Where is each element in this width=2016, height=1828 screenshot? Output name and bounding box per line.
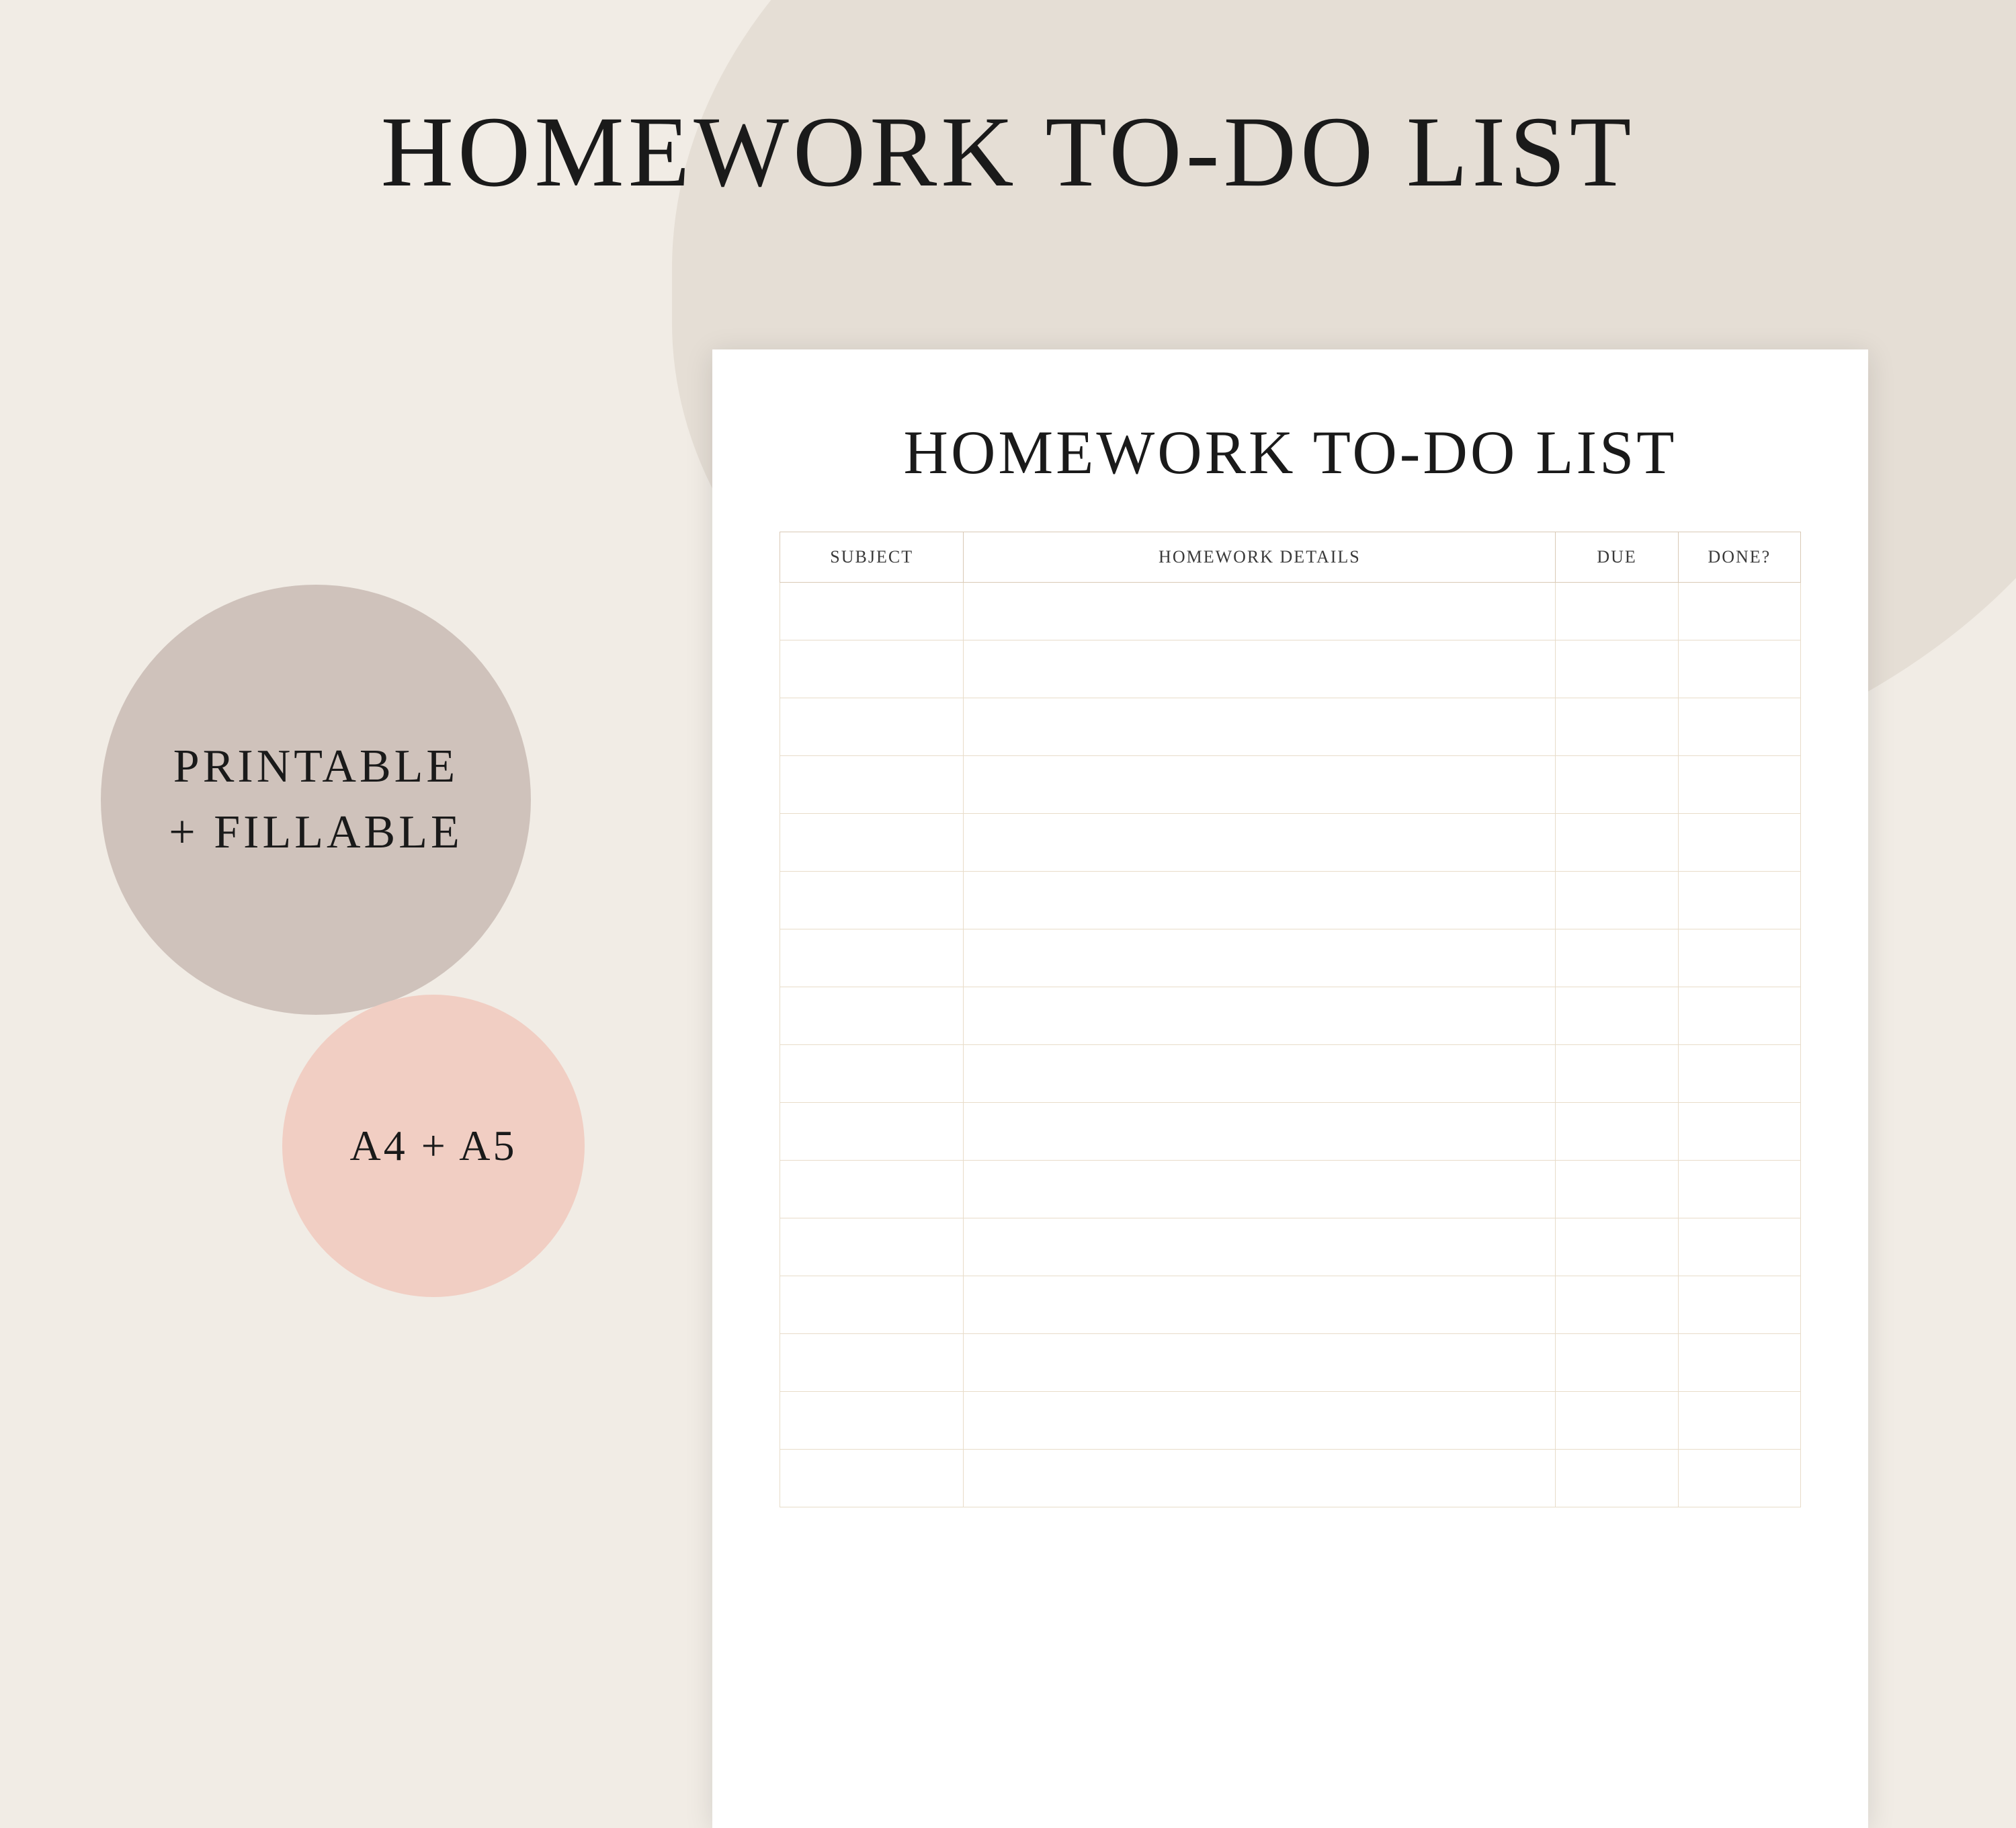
table-cell[interactable]: [1678, 1334, 1800, 1392]
table-header-row: SUBJECT HOMEWORK DETAILS DUE DONE?: [780, 532, 1801, 583]
table-cell[interactable]: [964, 1218, 1556, 1276]
table-cell[interactable]: [1556, 987, 1678, 1045]
table-cell[interactable]: [964, 1450, 1556, 1507]
table-cell[interactable]: [1678, 1392, 1800, 1450]
column-header-done: DONE?: [1678, 532, 1800, 583]
table-cell[interactable]: [964, 1392, 1556, 1450]
table-cell[interactable]: [964, 1276, 1556, 1334]
table-cell[interactable]: [1678, 1103, 1800, 1161]
table-cell[interactable]: [780, 1218, 964, 1276]
table-cell[interactable]: [1678, 1218, 1800, 1276]
worksheet-paper: HOMEWORK TO-DO LIST SUBJECT HOMEWORK DET…: [712, 349, 1868, 1828]
table-cell[interactable]: [1678, 640, 1800, 698]
table-row: [780, 1103, 1801, 1161]
table-cell[interactable]: [964, 929, 1556, 987]
table-cell[interactable]: [964, 872, 1556, 929]
table-row: [780, 698, 1801, 756]
table-row: [780, 583, 1801, 640]
badge-printable-fillable: PRINTABLE + FILLABLE: [101, 585, 531, 1015]
table-cell[interactable]: [780, 583, 964, 640]
table-cell[interactable]: [1556, 1334, 1678, 1392]
table-cell[interactable]: [1678, 1450, 1800, 1507]
table-cell[interactable]: [780, 929, 964, 987]
table-cell[interactable]: [1556, 1276, 1678, 1334]
table-cell[interactable]: [964, 1334, 1556, 1392]
table-cell[interactable]: [1678, 929, 1800, 987]
table-cell[interactable]: [780, 1334, 964, 1392]
column-header-due: DUE: [1556, 532, 1678, 583]
table-row: [780, 987, 1801, 1045]
table-cell[interactable]: [964, 583, 1556, 640]
table-cell[interactable]: [780, 814, 964, 872]
table-cell[interactable]: [1556, 872, 1678, 929]
table-cell[interactable]: [964, 1045, 1556, 1103]
table-cell[interactable]: [1678, 1161, 1800, 1218]
badge-large-label: PRINTABLE + FILLABLE: [169, 734, 463, 866]
column-header-details: HOMEWORK DETAILS: [964, 532, 1556, 583]
table-row: [780, 1450, 1801, 1507]
table-cell[interactable]: [1678, 1276, 1800, 1334]
table-body: [780, 583, 1801, 1507]
table-row: [780, 640, 1801, 698]
table-cell[interactable]: [780, 1276, 964, 1334]
badge-large-line1: PRINTABLE: [173, 741, 458, 792]
table-row: [780, 929, 1801, 987]
badge-large-line2: + FILLABLE: [169, 806, 463, 858]
table-cell[interactable]: [1556, 1161, 1678, 1218]
table-cell[interactable]: [780, 756, 964, 814]
table-cell[interactable]: [1556, 583, 1678, 640]
worksheet-title: HOMEWORK TO-DO LIST: [780, 417, 1801, 488]
table-cell[interactable]: [1678, 814, 1800, 872]
table-cell[interactable]: [1556, 1103, 1678, 1161]
table-cell[interactable]: [1556, 1218, 1678, 1276]
table-cell[interactable]: [780, 640, 964, 698]
table-cell[interactable]: [1556, 640, 1678, 698]
table-cell[interactable]: [1556, 1045, 1678, 1103]
table-cell[interactable]: [1678, 698, 1800, 756]
table-row: [780, 1334, 1801, 1392]
table-cell[interactable]: [780, 1103, 964, 1161]
homework-table: SUBJECT HOMEWORK DETAILS DUE DONE?: [780, 532, 1801, 1507]
table-cell[interactable]: [780, 1392, 964, 1450]
table-row: [780, 1276, 1801, 1334]
column-header-subject: SUBJECT: [780, 532, 964, 583]
table-cell[interactable]: [1678, 872, 1800, 929]
table-row: [780, 1218, 1801, 1276]
table-cell[interactable]: [964, 756, 1556, 814]
table-cell[interactable]: [964, 987, 1556, 1045]
table-cell[interactable]: [1678, 987, 1800, 1045]
table-cell[interactable]: [964, 640, 1556, 698]
table-cell[interactable]: [964, 1103, 1556, 1161]
table-cell[interactable]: [1556, 1392, 1678, 1450]
table-row: [780, 872, 1801, 929]
badge-small-label: A4 + A5: [350, 1121, 517, 1171]
table-cell[interactable]: [780, 1161, 964, 1218]
table-row: [780, 1161, 1801, 1218]
table-cell[interactable]: [1556, 756, 1678, 814]
table-cell[interactable]: [964, 1161, 1556, 1218]
table-row: [780, 756, 1801, 814]
table-cell[interactable]: [780, 698, 964, 756]
table-cell[interactable]: [1556, 929, 1678, 987]
table-cell[interactable]: [1556, 698, 1678, 756]
table-cell[interactable]: [1678, 583, 1800, 640]
table-cell[interactable]: [964, 814, 1556, 872]
table-cell[interactable]: [1678, 756, 1800, 814]
table-cell[interactable]: [780, 1450, 964, 1507]
table-cell[interactable]: [964, 698, 1556, 756]
page-title: HOMEWORK TO-DO LIST: [381, 94, 1636, 210]
table-cell[interactable]: [780, 1045, 964, 1103]
table-cell[interactable]: [1678, 1045, 1800, 1103]
table-row: [780, 1045, 1801, 1103]
table-row: [780, 814, 1801, 872]
table-cell[interactable]: [1556, 814, 1678, 872]
table-cell[interactable]: [780, 872, 964, 929]
table-cell[interactable]: [1556, 1450, 1678, 1507]
table-row: [780, 1392, 1801, 1450]
table-cell[interactable]: [780, 987, 964, 1045]
badge-sizes: A4 + A5: [282, 995, 585, 1297]
